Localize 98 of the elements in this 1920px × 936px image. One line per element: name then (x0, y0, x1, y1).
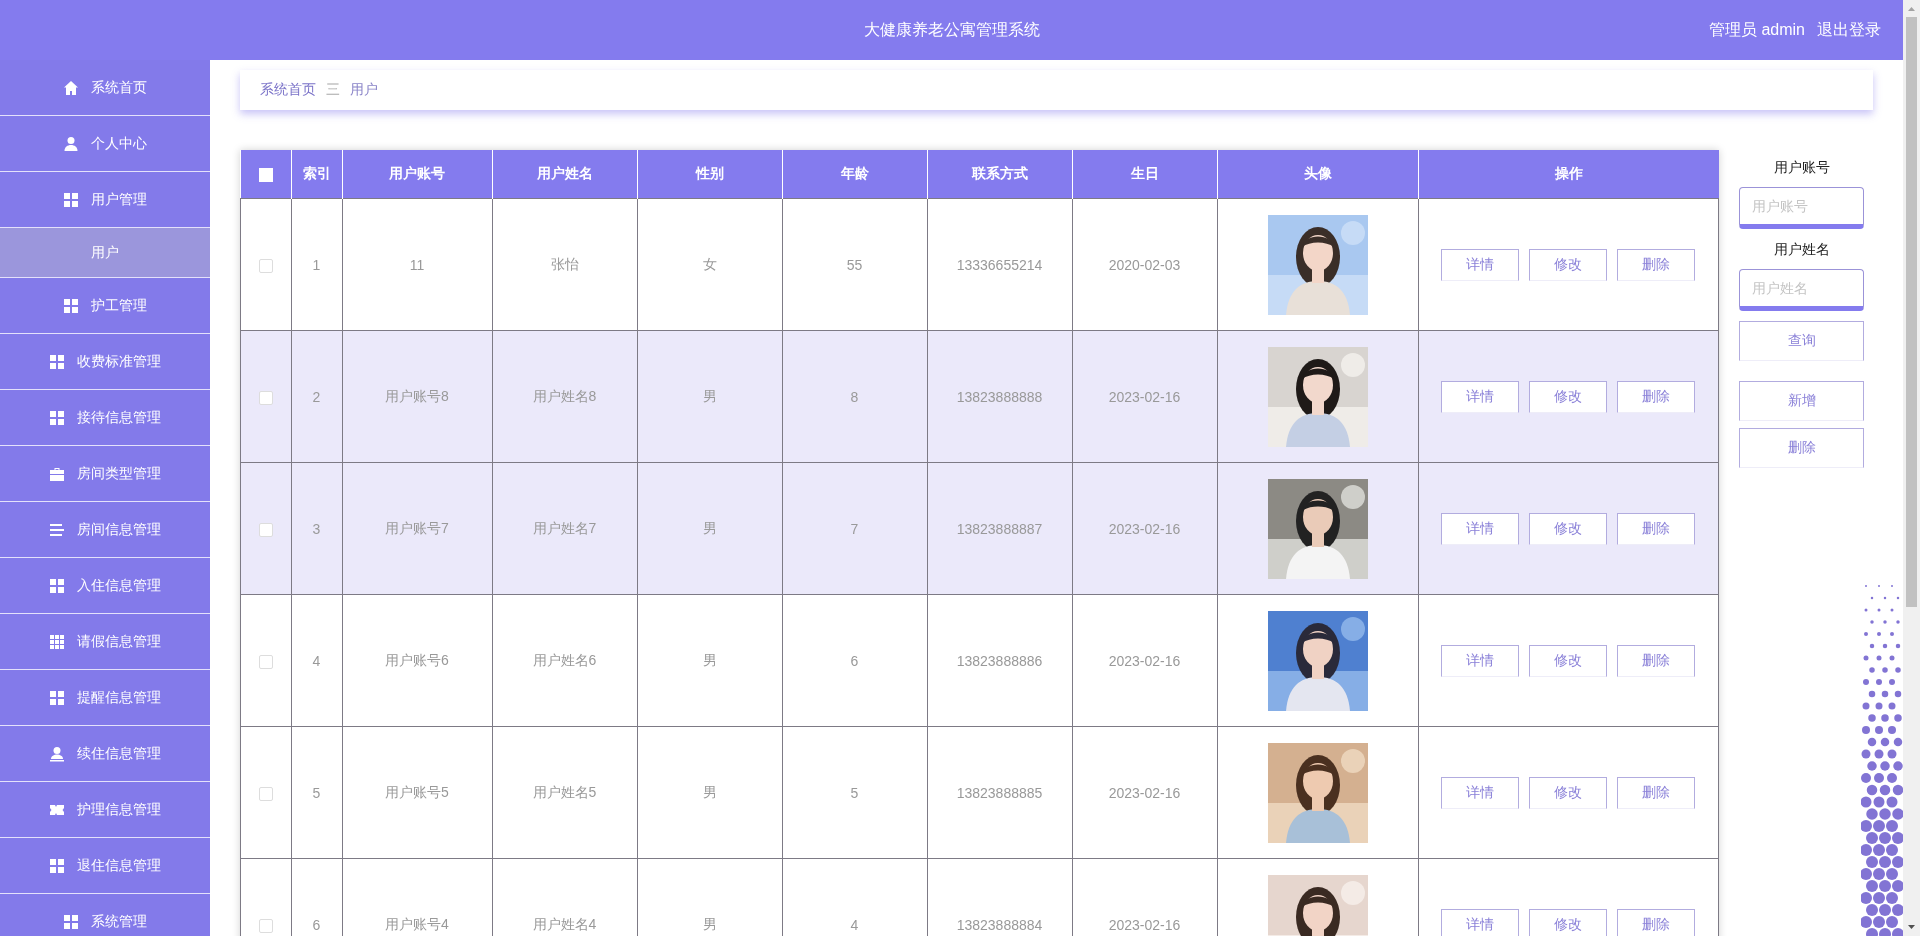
table-cell: 男 (637, 594, 782, 727)
table-cell: 用户姓名7 (492, 462, 637, 595)
row-checkbox[interactable] (258, 258, 273, 273)
column-header: 性别 (637, 150, 782, 199)
edit-button[interactable]: 修改 (1529, 644, 1608, 677)
table-cell: 2023-02-16 (1072, 594, 1217, 727)
table-cell: 男 (637, 462, 782, 595)
delete-button[interactable]: 删除 (1617, 248, 1696, 281)
breadcrumb-separator: 三 (326, 81, 340, 99)
detail-button[interactable]: 详情 (1441, 512, 1520, 545)
delete-button[interactable]: 删除 (1617, 380, 1696, 413)
grid-icon (49, 353, 65, 370)
table-cell: 4 (291, 594, 342, 727)
table-cell: 2 (291, 330, 342, 463)
table-cell: 3 (291, 462, 342, 595)
table-cell: 13823888886 (927, 594, 1072, 727)
column-header: 联系方式 (927, 150, 1072, 199)
table-cell: 6 (782, 594, 927, 727)
row-checkbox[interactable] (258, 918, 273, 933)
table-cell: 2023-02-16 (1072, 726, 1217, 859)
table-cell: 用户账号8 (342, 330, 492, 463)
column-header: 头像 (1217, 150, 1418, 199)
table-cell: 8 (782, 330, 927, 463)
delete-button[interactable]: 删除 (1739, 428, 1864, 468)
edit-button[interactable]: 修改 (1529, 512, 1608, 545)
table-cell: 用户姓名5 (492, 726, 637, 859)
detail-button[interactable]: 详情 (1441, 380, 1520, 413)
table-cell: 1 (291, 198, 342, 331)
table-cell: 2023-02-16 (1072, 330, 1217, 463)
edit-button[interactable]: 修改 (1529, 248, 1608, 281)
list-icon (49, 521, 65, 538)
table-cell: 5 (782, 726, 927, 859)
table-cell: 7 (782, 462, 927, 595)
table-cell: 5 (291, 726, 342, 859)
table-cell: 2020-02-03 (1072, 198, 1217, 331)
row-checkbox[interactable] (258, 522, 273, 537)
delete-button[interactable]: 删除 (1617, 776, 1696, 809)
delete-button[interactable]: 删除 (1617, 512, 1696, 545)
add-button[interactable]: 新增 (1739, 381, 1864, 421)
home-icon (63, 79, 79, 96)
detail-button[interactable]: 详情 (1441, 248, 1520, 281)
search-field[interactable]: 用户姓名 (1739, 269, 1864, 311)
column-header: 操作 (1418, 150, 1719, 199)
field-label: 用户姓名 (1772, 240, 1831, 259)
logout-link[interactable]: 退出登录 (1817, 19, 1881, 41)
breadcrumb-link[interactable]: 系统首页 (260, 81, 316, 99)
column-header: 用户姓名 (492, 150, 637, 199)
edit-button[interactable]: 修改 (1529, 776, 1608, 809)
grid-icon (49, 633, 65, 650)
grid-icon (63, 913, 79, 930)
scrollbar[interactable] (1903, 0, 1920, 936)
sidebar-subitem[interactable]: 用户 (0, 228, 210, 278)
edit-button[interactable]: 修改 (1529, 908, 1608, 936)
grid-icon (49, 857, 65, 874)
table-cell: 13336655214 (927, 198, 1072, 331)
column-header: 生日 (1072, 150, 1217, 199)
delete-button[interactable]: 删除 (1617, 644, 1696, 677)
detail-button[interactable]: 详情 (1441, 644, 1520, 677)
briefcase-icon (49, 465, 65, 482)
table-cell: 2023-02-16 (1072, 462, 1217, 595)
user-icon (63, 135, 79, 152)
delete-button[interactable]: 删除 (1617, 908, 1696, 936)
row-checkbox[interactable] (258, 786, 273, 801)
table-cell: 张怡 (492, 198, 637, 331)
table-cell: 11 (342, 198, 492, 331)
row-checkbox[interactable] (258, 654, 273, 669)
table-cell: 男 (637, 726, 782, 859)
row-checkbox[interactable] (258, 390, 273, 405)
table-cell: 用户账号5 (342, 726, 492, 859)
table-cell: 13823888885 (927, 726, 1072, 859)
grid-icon (63, 297, 79, 314)
grid-icon (49, 689, 65, 706)
user-label: 管理员 admin (1708, 19, 1805, 40)
table-cell: 13823888888 (927, 330, 1072, 463)
table-cell: 用户账号6 (342, 594, 492, 727)
breadcrumb-current: 用户 (350, 81, 378, 99)
table-cell: 55 (782, 198, 927, 331)
field-label: 用户账号 (1772, 158, 1831, 177)
table-cell: 用户姓名8 (492, 330, 637, 463)
table-cell: 女 (637, 198, 782, 331)
search-field[interactable]: 用户账号 (1739, 187, 1864, 229)
select-all-checkbox[interactable] (258, 168, 273, 183)
grid-icon (63, 191, 79, 208)
grid-icon (49, 409, 65, 426)
column-header: 索引 (291, 150, 342, 199)
query-button[interactable]: 查询 (1739, 321, 1864, 361)
table-cell: 13823888887 (927, 462, 1072, 595)
table-cell: 男 (637, 330, 782, 463)
grid-icon (49, 577, 65, 594)
user-icon (49, 745, 65, 762)
table-cell: 用户姓名6 (492, 594, 637, 727)
column-header: 用户账号 (342, 150, 492, 199)
detail-button[interactable]: 详情 (1441, 776, 1520, 809)
edit-button[interactable]: 修改 (1529, 380, 1608, 413)
table-cell: 用户账号7 (342, 462, 492, 595)
column-header: 年龄 (782, 150, 927, 199)
detail-button[interactable]: 详情 (1441, 908, 1520, 936)
app-title: 大健康养老公寓管理系统 (863, 19, 1040, 40)
